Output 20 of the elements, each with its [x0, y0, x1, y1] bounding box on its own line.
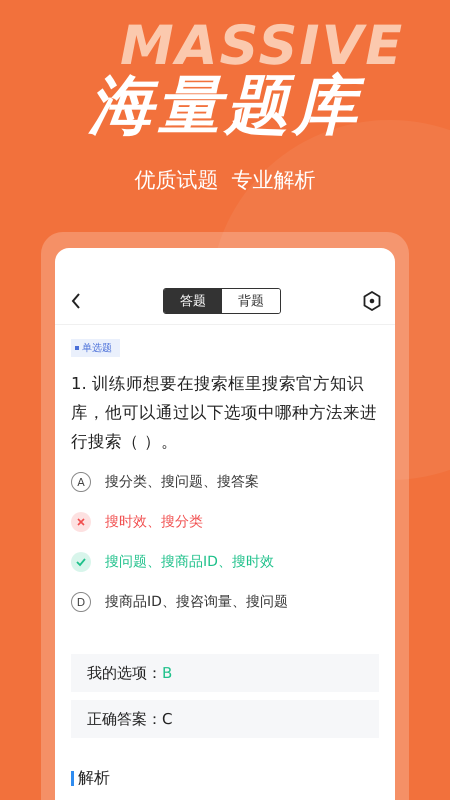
question-text: 1. 训练师想要在搜索框里搜索官方知识库，他可以通过以下选项中哪种方法来进行搜索（ ）。: [71, 373, 378, 453]
accent-bar-icon: [71, 771, 74, 786]
square-icon: [75, 346, 79, 350]
cross-icon: [71, 512, 91, 532]
question-type-tag: 单选题: [71, 339, 120, 357]
answer-label: 正确答案：: [87, 710, 162, 728]
answer-value: C: [162, 710, 172, 728]
answer-label: 我的选项：: [87, 664, 162, 682]
back-icon[interactable]: [71, 293, 81, 309]
option-letter: D: [71, 592, 91, 612]
mode-tab[interactable]: 答题: [164, 289, 222, 313]
option-text[interactable]: 搜分类、搜问题、搜答案: [105, 473, 259, 491]
analysis-heading: 解析: [78, 768, 110, 789]
settings-icon[interactable]: [363, 291, 381, 311]
check-icon: [71, 552, 91, 572]
hero-subtitle: 优质试题 专业解析: [134, 167, 316, 194]
option-letter: A: [71, 472, 91, 492]
option-text[interactable]: 搜商品ID、搜咨询量、搜问题: [105, 593, 288, 611]
option-text[interactable]: 搜时效、搜分类: [105, 513, 203, 531]
answer-value: B: [162, 664, 172, 682]
